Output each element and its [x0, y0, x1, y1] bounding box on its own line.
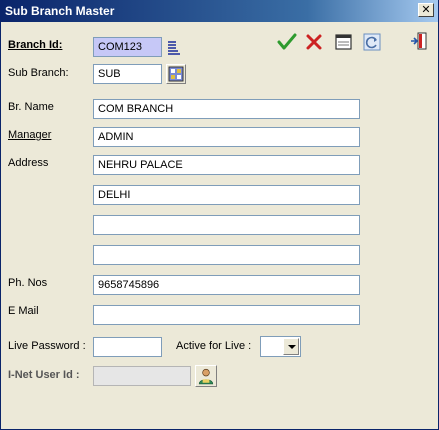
sub-branch-lookup-button[interactable]	[166, 64, 186, 84]
sub-branch-label: Sub Branch:	[8, 67, 69, 79]
email-label: E Mail	[8, 305, 39, 317]
inet-user-id-field[interactable]	[93, 366, 191, 386]
address-line-1[interactable]: NEHRU PALACE	[93, 155, 360, 175]
address-line-4[interactable]	[93, 245, 360, 265]
window-title: Sub Branch Master	[5, 4, 115, 18]
branch-id-label: Branch Id:	[8, 39, 63, 51]
phone-field[interactable]: 9658745896	[93, 275, 360, 295]
close-button[interactable]: ✕	[418, 3, 434, 17]
address-line-3[interactable]	[93, 215, 360, 235]
active-for-live-label: Active for Live :	[176, 340, 252, 352]
sub-branch-master-window: Sub Branch Master ✕ Branch Id: COM123 Su…	[0, 0, 439, 430]
live-password-label: Live Password :	[8, 340, 86, 352]
refresh-button[interactable]	[362, 32, 382, 52]
address-label: Address	[8, 157, 49, 169]
cancel-button[interactable]	[304, 32, 324, 52]
address-line-2[interactable]: DELHI	[93, 185, 360, 205]
branch-list-button[interactable]	[166, 38, 186, 58]
exit-button[interactable]	[409, 31, 429, 51]
title-bar: Sub Branch Master ✕	[1, 0, 438, 22]
live-password-field[interactable]	[93, 337, 162, 357]
cross-icon	[306, 34, 322, 50]
card-button[interactable]	[334, 32, 354, 52]
user-lookup-button[interactable]	[195, 365, 217, 387]
manager-label: Manager	[8, 129, 52, 141]
branch-name-label: Br. Name	[8, 101, 54, 113]
user-icon	[198, 368, 214, 385]
branch-id-field[interactable]: COM123	[93, 37, 162, 57]
sub-branch-field[interactable]: SUB	[93, 64, 162, 84]
active-for-live-select[interactable]	[260, 336, 301, 357]
phone-label: Ph. Nos	[8, 277, 48, 289]
grid-lookup-icon	[168, 66, 184, 82]
close-icon: ✕	[421, 3, 431, 16]
checkmark-icon	[277, 33, 297, 50]
refresh-icon	[363, 33, 381, 51]
email-field[interactable]	[93, 305, 360, 325]
chevron-down-icon[interactable]	[283, 338, 299, 355]
exit-icon	[411, 32, 427, 50]
card-icon	[335, 34, 352, 50]
inet-user-id-label: I-Net User Id :	[8, 369, 80, 381]
manager-field[interactable]: ADMIN	[93, 127, 360, 147]
save-button[interactable]	[277, 32, 297, 52]
list-icon	[168, 41, 180, 55]
branch-name-field[interactable]: COM BRANCH	[93, 99, 360, 119]
